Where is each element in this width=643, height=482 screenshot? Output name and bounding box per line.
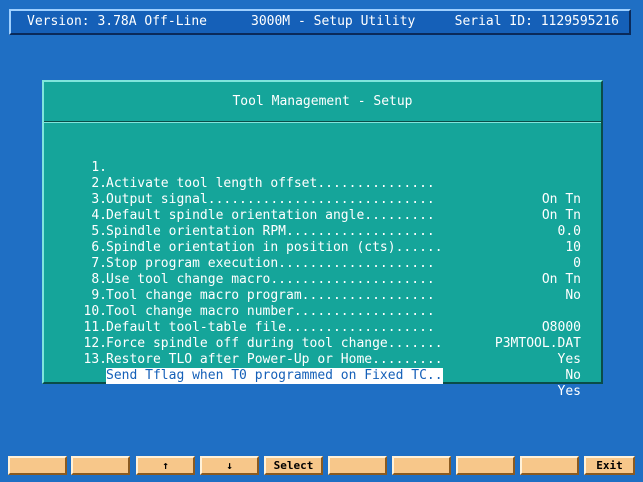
setting-label: Send Tflag when T0 programmed on Fixed T… xyxy=(106,368,443,384)
setting-value: Yes xyxy=(557,352,581,367)
dialog-title: Tool Management - Setup xyxy=(232,94,413,109)
setting-number: 13. xyxy=(83,352,107,367)
setting-row-6[interactable]: 6. Stop program execution...............… xyxy=(44,224,601,287)
version-text: Version: 3.78A Off-Line xyxy=(27,14,208,29)
setting-row-8[interactable]: 8. Tool change macro program............… xyxy=(44,256,601,303)
select-button[interactable]: Select xyxy=(264,456,323,475)
exit-button[interactable]: Exit xyxy=(584,456,635,475)
f9-button[interactable] xyxy=(520,456,579,475)
setting-value: Yes xyxy=(557,384,581,399)
f6-button[interactable] xyxy=(328,456,387,475)
setting-row-1[interactable]: 1. Activate tool length offset..........… xyxy=(44,144,601,207)
function-key-bar: ↑ ↓ Select Exit xyxy=(8,456,635,475)
setting-row-3[interactable]: 3. Default spindle orientation angle....… xyxy=(44,176,601,239)
f7-button[interactable] xyxy=(392,456,451,475)
setting-row-4[interactable]: 4. Spindle orientation RPM..............… xyxy=(44,192,601,255)
setting-row-13[interactable]: 13. Send Tflag when T0 programmed on Fix… xyxy=(44,336,601,399)
title-divider xyxy=(44,121,601,123)
setting-row-5[interactable]: 5. Spindle orientation in position (cts)… xyxy=(44,208,601,271)
down-arrow-button[interactable]: ↓ xyxy=(200,456,259,475)
setting-row-2[interactable]: 2. Output signal........................… xyxy=(44,160,601,223)
setting-row-12[interactable]: 12. Restore TLO after Power-Up or Home..… xyxy=(44,320,601,383)
title-bar: Version: 3.78A Off-Line 3000M - Setup Ut… xyxy=(9,9,631,35)
setting-value: No xyxy=(565,368,581,383)
setting-row-9[interactable]: 9. Tool change macro number.............… xyxy=(44,272,601,335)
settings-list: 1. Activate tool length offset..........… xyxy=(44,144,601,399)
app-title: 3000M - Setup Utility xyxy=(251,14,416,29)
setting-row-11[interactable]: 11. Force spindle off during tool change… xyxy=(44,304,601,367)
tool-management-dialog: Tool Management - Setup 1. Activate tool… xyxy=(42,80,603,399)
f2-button[interactable] xyxy=(71,456,130,475)
f8-button[interactable] xyxy=(456,456,515,475)
serial-id-text: Serial ID: 1129595216 xyxy=(454,14,619,29)
f1-button[interactable] xyxy=(8,456,67,475)
setting-row-10[interactable]: 10. Default tool-table file.............… xyxy=(44,288,601,351)
setting-label: Restore TLO after Power-Up or Home......… xyxy=(106,352,443,367)
up-arrow-button[interactable]: ↑ xyxy=(136,456,195,475)
setting-row-7[interactable]: 7. Use tool change macro................… xyxy=(44,240,601,303)
